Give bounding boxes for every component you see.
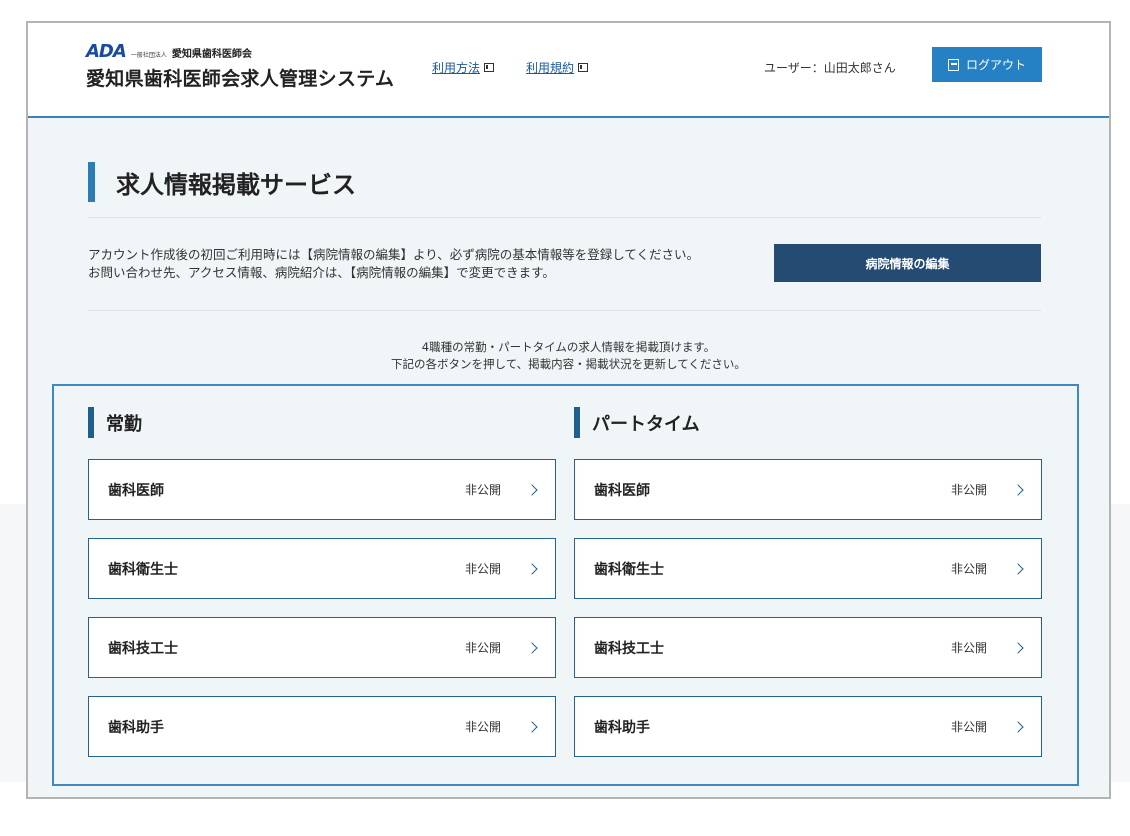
chevron-right-icon (526, 484, 538, 496)
status-badge: 非公開 (465, 562, 502, 576)
page-title-text: 求人情報掲載サービス (116, 170, 356, 199)
status-badge: 非公開 (465, 483, 502, 497)
status-badge: 非公開 (951, 483, 988, 497)
divider (88, 217, 1041, 218)
logo-association-name: 愛知県歯科医師会 (171, 49, 252, 60)
usage-link[interactable]: 利用方法 (432, 59, 495, 76)
usage-link-label: 利用方法 (432, 61, 481, 75)
logo-mark-row: ADA 一般社団法人 愛知県歯科医師会 (86, 41, 394, 61)
job-name: 歯科医師 (594, 482, 650, 499)
divider (88, 310, 1041, 311)
logout-button-label: ログアウト (965, 58, 1026, 72)
service-intro: 4職種の常勤・パートタイムの求人情報を掲載頂けます。 下記の各ボタンを押して、掲… (28, 339, 1109, 373)
intro-line: 下記の各ボタンを押して、掲載内容・掲載状況を更新してください。 (391, 357, 746, 371)
ada-logo-mark: ADA (86, 41, 127, 62)
terms-link-label: 利用規約 (526, 61, 575, 75)
chevron-right-icon (1012, 642, 1024, 654)
job-name: 歯科技工士 (594, 640, 664, 657)
fulltime-technician-button[interactable]: 歯科技工士 非公開 (88, 617, 556, 678)
status-badge: 非公開 (465, 641, 502, 655)
status-badge: 非公開 (951, 562, 988, 576)
chevron-right-icon (526, 642, 538, 654)
chevron-right-icon (1012, 563, 1024, 575)
chevron-right-icon (526, 721, 538, 733)
intro-line: 4職種の常勤・パートタイムの求人情報を掲載頂けます。 (421, 340, 716, 354)
logo-corp-label: 一般社団法人 (130, 52, 167, 59)
notice-line: アカウント作成後の初回ご利用時には【病院情報の編集】より、必ず病院の基本情報等を… (88, 247, 700, 262)
job-name: 歯科衛生士 (108, 561, 178, 578)
fulltime-dentist-button[interactable]: 歯科医師 非公開 (88, 459, 556, 520)
logout-icon (947, 58, 959, 71)
parttime-dentist-button[interactable]: 歯科医師 非公開 (574, 459, 1042, 520)
chevron-right-icon (1012, 721, 1024, 733)
app-window: ADA 一般社団法人 愛知県歯科医師会 愛知県歯科医師会求人管理システム 利用方… (26, 21, 1111, 799)
fulltime-heading: 常勤 (88, 407, 142, 438)
job-name: 歯科衛生士 (594, 561, 664, 578)
status-badge: 非公開 (465, 720, 502, 734)
app-title: 愛知県歯科医師会求人管理システム (86, 68, 395, 90)
parttime-heading-text: パートタイム (592, 413, 700, 435)
chevron-right-icon (526, 563, 538, 575)
notice-line: お問い合わせ先、アクセス情報、病院紹介は、【病院情報の編集】で変更できます。 (88, 265, 555, 280)
first-use-notice: アカウント作成後の初回ご利用時には【病院情報の編集】より、必ず病院の基本情報等を… (88, 246, 699, 282)
main-content: 求人情報掲載サービス アカウント作成後の初回ご利用時には【病院情報の編集】より、… (28, 118, 1109, 797)
fulltime-assistant-button[interactable]: 歯科助手 非公開 (88, 696, 556, 757)
parttime-heading: パートタイム (574, 407, 700, 438)
parttime-technician-button[interactable]: 歯科技工士 非公開 (574, 617, 1042, 678)
terms-link[interactable]: 利用規約 (526, 59, 589, 76)
status-badge: 非公開 (951, 641, 988, 655)
job-category-panel: 常勤 パートタイム 歯科医師 非公開 歯科衛生士 非公開 歯科技工士 非公開 歯… (52, 384, 1079, 786)
edit-hospital-info-label: 病院情報の編集 (865, 256, 950, 271)
job-name: 歯科助手 (108, 719, 164, 736)
fulltime-heading-text: 常勤 (106, 413, 142, 435)
job-name: 歯科助手 (594, 719, 650, 736)
site-logo[interactable]: ADA 一般社団法人 愛知県歯科医師会 愛知県歯科医師会求人管理システム (86, 41, 394, 91)
site-header: ADA 一般社団法人 愛知県歯科医師会 愛知県歯科医師会求人管理システム 利用方… (28, 23, 1109, 118)
status-badge: 非公開 (951, 720, 988, 734)
fulltime-hygienist-button[interactable]: 歯科衛生士 非公開 (88, 538, 556, 599)
page-title: 求人情報掲載サービス (88, 162, 356, 202)
job-name: 歯科医師 (108, 482, 164, 499)
chevron-right-icon (1012, 484, 1024, 496)
parttime-hygienist-button[interactable]: 歯科衛生士 非公開 (574, 538, 1042, 599)
user-name-label: ユーザー：山田太郎さん (764, 61, 896, 75)
logout-button[interactable]: ログアウト (932, 47, 1042, 82)
parttime-assistant-button[interactable]: 歯科助手 非公開 (574, 696, 1042, 757)
edit-hospital-info-button[interactable]: 病院情報の編集 (774, 244, 1041, 282)
job-name: 歯科技工士 (108, 640, 178, 657)
external-window-icon (484, 63, 495, 72)
external-window-icon (578, 63, 589, 72)
